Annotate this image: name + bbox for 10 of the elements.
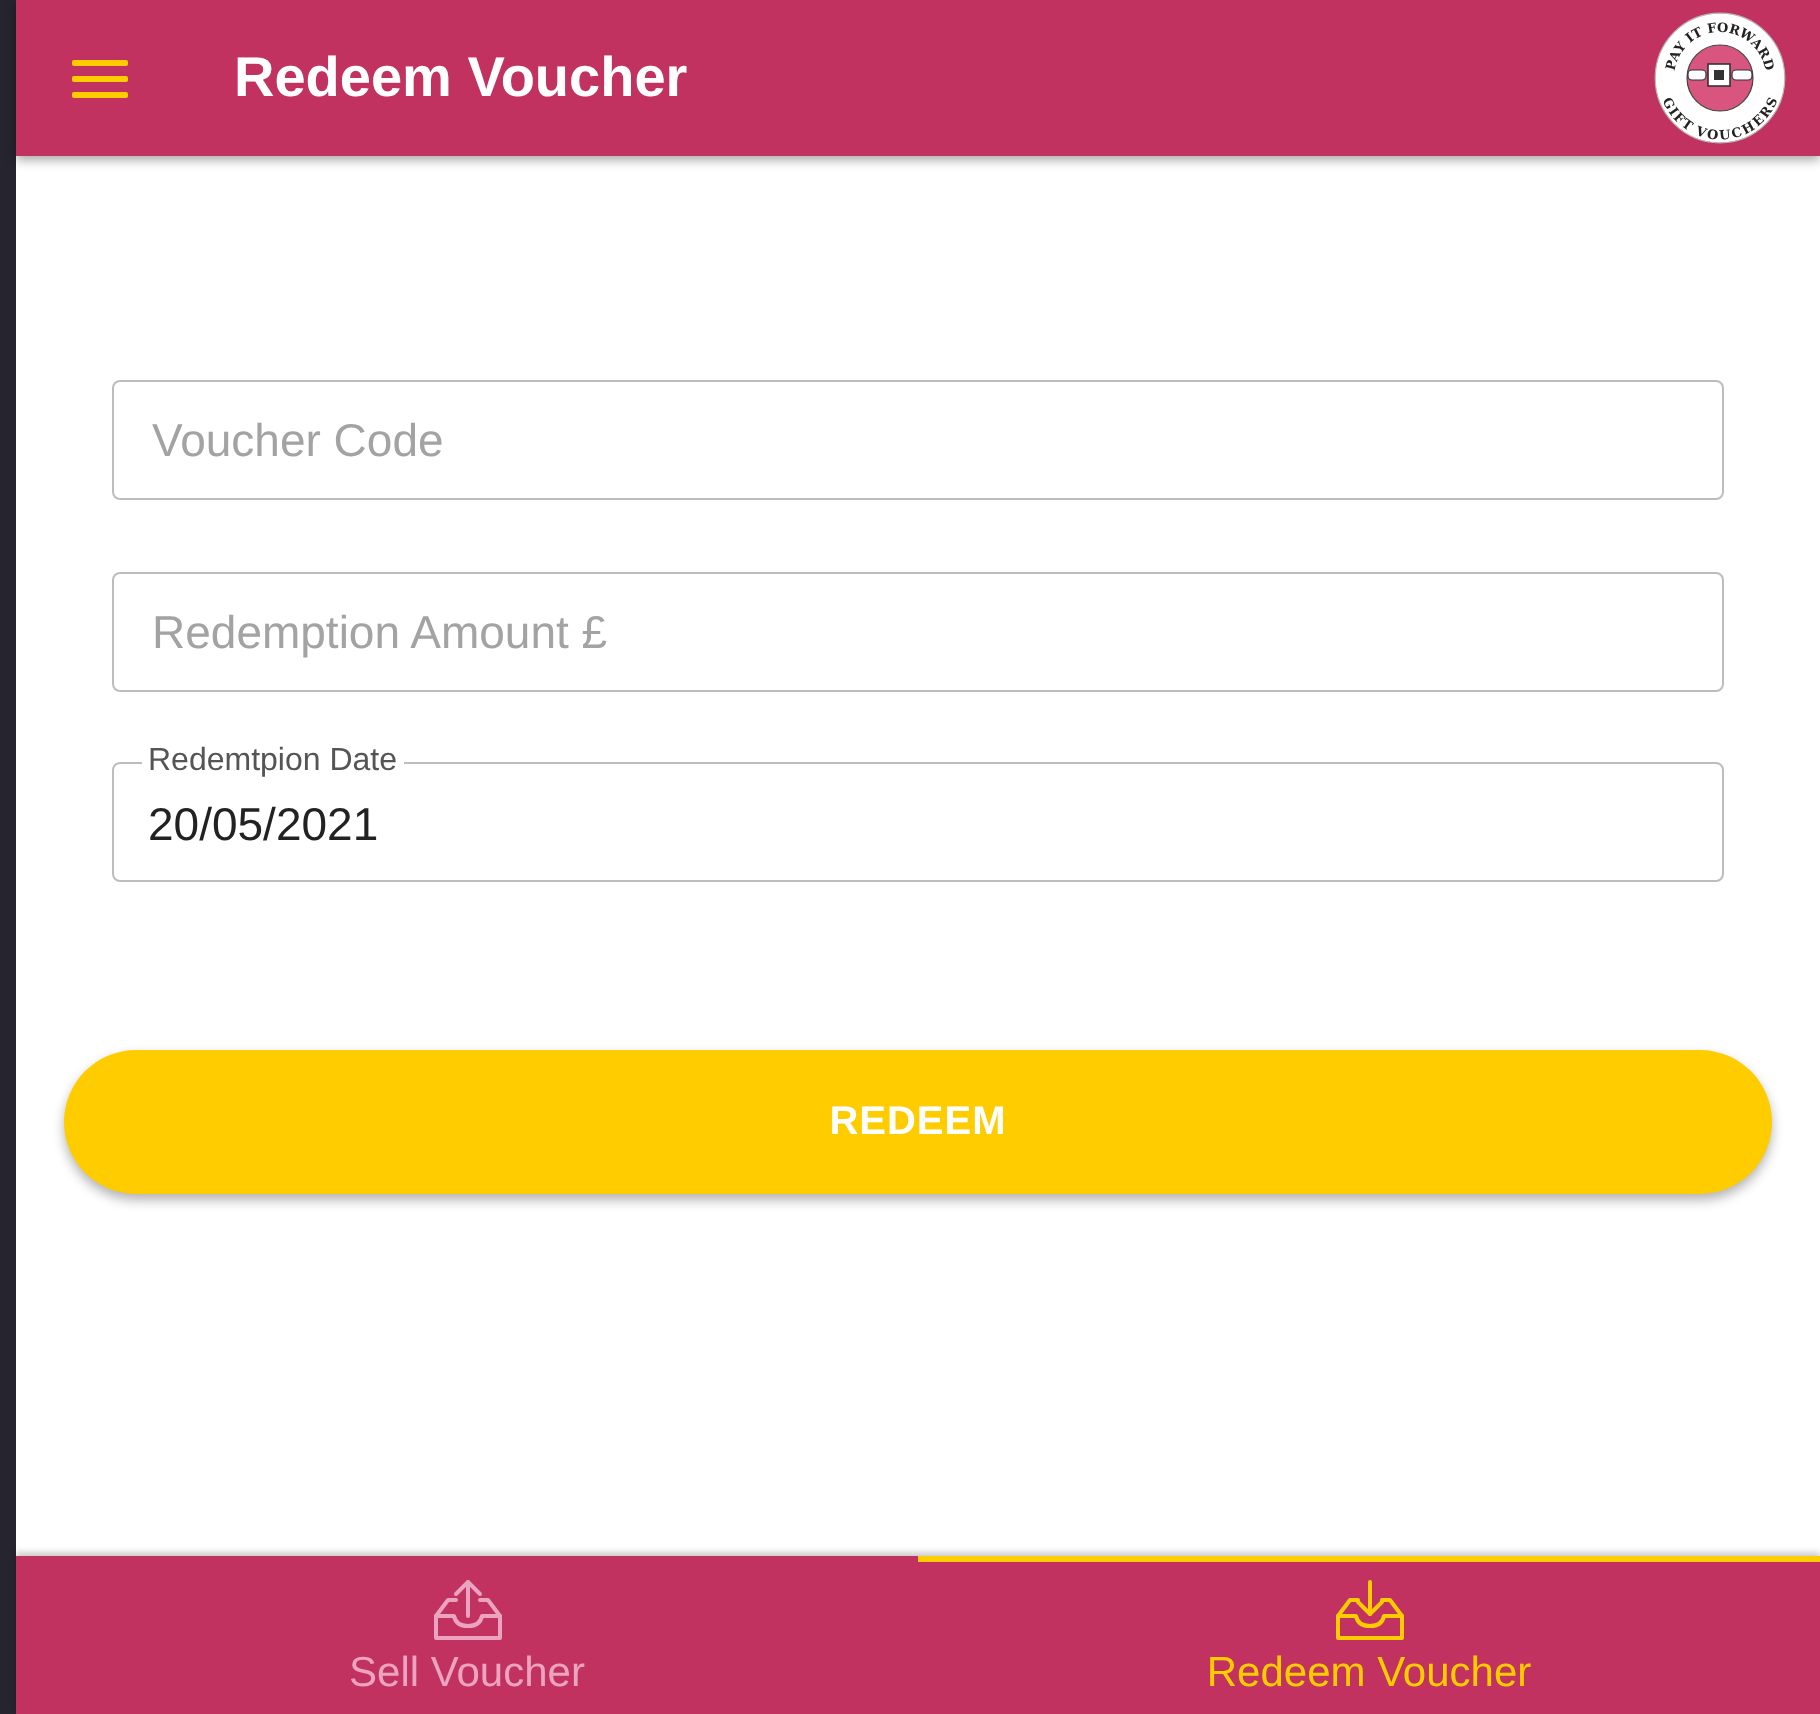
nav-tab[interactable]: Redeem Voucher: [918, 1556, 1820, 1714]
nav-tab[interactable]: Sell Voucher: [16, 1556, 918, 1714]
input-field[interactable]: Redemption Amount £: [112, 572, 1724, 692]
menu-icon: [72, 59, 128, 97]
tray-upload-icon: [431, 1578, 503, 1642]
page-title: Redeem Voucher: [234, 46, 688, 110]
date-field[interactable]: Redemtpion Date 20/05/2021: [112, 744, 1724, 882]
tray-download-icon: [1333, 1578, 1405, 1642]
menu-button[interactable]: [72, 59, 128, 97]
input-field[interactable]: Voucher Code: [112, 380, 1724, 500]
